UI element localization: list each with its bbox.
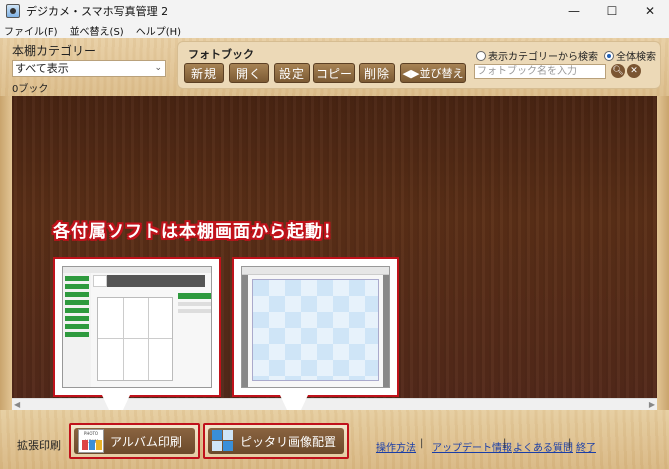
scope-all-label: 全体検索 [616,52,656,63]
title-bar: デジカメ・スマホ写真管理 2 — ☐ ✕ [0,0,669,22]
clear-icon[interactable]: ✕ [627,64,641,78]
album-print-label: アルバム印刷 [110,434,182,449]
category-selected-value: すべて表示 [15,62,69,75]
menu-sort[interactable]: 並べ替え(S) [70,23,124,38]
link-how-to[interactable]: 操作方法 [376,439,416,454]
photobook-label: フォトブック [188,48,254,61]
category-select[interactable]: すべて表示 ⌄ [12,60,166,77]
album-print-preview [53,257,221,397]
link-separator: | [420,438,424,449]
callout-text: 各付属ソフトは本棚画面から起動！ [53,222,341,242]
photobook-search-input[interactable]: フォトブック名を入力 [474,64,606,79]
window-controls: — ☐ ✕ [555,0,669,22]
menu-bar: ファイル(F) 並べ替え(S) ヘルプ(H) [0,22,669,38]
scroll-right-icon[interactable]: ▶ [649,400,655,409]
scope-category-label: 表示カテゴリーから検索 [488,52,598,63]
open-button[interactable]: 開く [229,63,269,83]
settings-button[interactable]: 設定 [274,63,310,83]
link-faq[interactable]: よくある質問 [513,439,573,454]
copy-button[interactable]: コピー [313,63,355,83]
link-separator: | [568,438,572,449]
album-print-button[interactable]: PHOTO ALBUM アルバム印刷 [69,423,200,459]
pittari-button[interactable]: ピッタリ画像配置 [203,423,349,459]
scope-category-radio[interactable] [476,50,486,61]
maximize-button[interactable]: ☐ [593,0,631,22]
shelf-frame-right [657,96,669,410]
album-icon: PHOTO ALBUM [78,429,104,453]
close-button[interactable]: ✕ [631,0,669,22]
extension-label: 拡張印刷 [17,439,61,452]
album-print-screenshot [62,266,212,388]
app-camera-icon [6,4,20,18]
album-print-inner: PHOTO ALBUM アルバム印刷 [74,428,195,454]
shelf-frame-left [0,96,12,410]
menu-file[interactable]: ファイル(F) [4,23,58,38]
pittari-inner: ピッタリ画像配置 [208,428,344,454]
search-scope-group: 表示カテゴリーから検索 全体検索 [476,48,656,63]
link-update-info[interactable]: アップデート情報 [432,439,512,454]
scroll-left-icon[interactable]: ◀ [14,400,20,409]
pittari-preview [232,257,399,397]
chevron-down-icon: ⌄ [154,63,162,73]
minimize-button[interactable]: — [555,0,593,22]
grid-image-icon [212,430,234,452]
new-button[interactable]: 新規 [184,63,224,83]
link-separator: | [503,438,507,449]
window-title: デジカメ・スマホ写真管理 2 [26,5,169,18]
pittari-label: ピッタリ画像配置 [240,434,337,449]
book-count: 0ブック [12,84,49,95]
link-exit[interactable]: 終了 [576,439,596,454]
category-label: 本棚カテゴリー [12,44,97,58]
pittari-screenshot [241,266,390,388]
menu-help[interactable]: ヘルプ(H) [136,23,181,38]
search-icon[interactable]: 🔍︎ [611,64,625,78]
scope-all-radio[interactable] [604,50,614,61]
sort-button[interactable]: ◀▶並び替え [400,63,466,83]
delete-button[interactable]: 削除 [359,63,395,83]
